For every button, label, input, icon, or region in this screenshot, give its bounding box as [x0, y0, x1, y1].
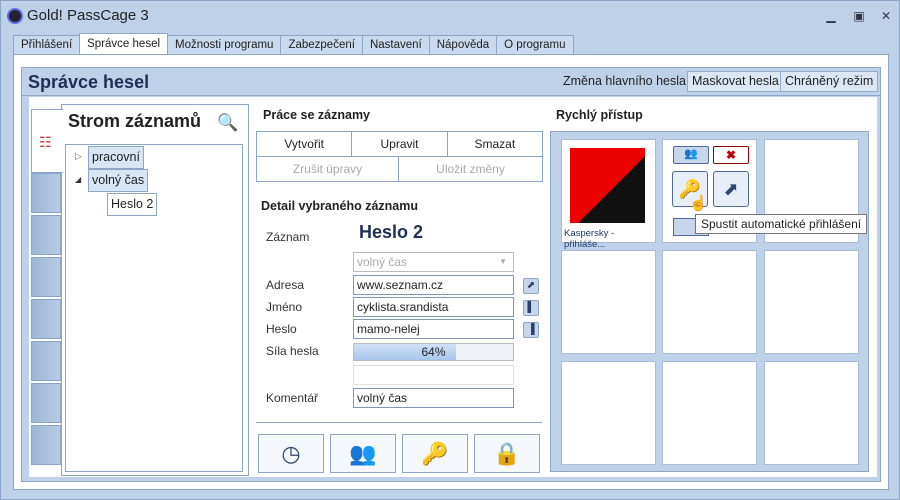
users-keys-button[interactable]: 👥 — [330, 434, 396, 473]
expand-icon[interactable]: ▷ — [75, 151, 82, 162]
side-tab[interactable] — [31, 173, 61, 213]
tab-prihlaseni[interactable]: Přihlášení — [13, 35, 81, 55]
close-button[interactable]: ✕ — [879, 9, 893, 23]
window-title: Gold! PassCage 3 — [27, 7, 149, 24]
tree-icon: ☷ — [39, 134, 52, 150]
side-tab[interactable] — [31, 341, 61, 381]
divider — [256, 422, 542, 423]
side-tabs — [31, 173, 61, 473]
quick-item-kaspersky[interactable]: Kaspersky - přihláše... — [561, 139, 656, 250]
create-button[interactable]: Vytvořit — [257, 132, 353, 156]
clock-icon: ◷ — [281, 441, 301, 466]
auto-login-button[interactable]: 🔑 — [402, 434, 468, 473]
history-button[interactable]: ◷ — [258, 434, 324, 473]
mask-passwords-button[interactable]: Maskovat hesla — [687, 71, 784, 92]
save-changes-button[interactable]: Uložit změny — [399, 157, 542, 181]
protected-mode-button[interactable]: Chráněný režim — [780, 71, 879, 92]
strength-text: 64% — [421, 345, 446, 359]
strength-label: Síla hesla — [266, 344, 319, 358]
minimize-button[interactable]: ▁ — [824, 9, 838, 23]
detail-title: Detail vybraného záznamu — [261, 199, 418, 213]
name-label: Jméno — [266, 300, 303, 314]
tooltip: Spustit automatické přihlášení — [695, 214, 868, 234]
cancel-changes-button[interactable]: Zrušit úpravy — [257, 157, 399, 181]
quick-slot[interactable] — [764, 250, 859, 354]
side-tab[interactable] — [31, 425, 61, 465]
page-title: Správce hesel — [28, 72, 150, 92]
tree-node-heslo-2[interactable]: Heslo 2 — [107, 193, 158, 216]
users-key-icon: 👥 — [349, 441, 377, 466]
tree-node-volny-cas[interactable]: volný čas — [88, 169, 149, 192]
name-input[interactable]: cyklista.srandista — [353, 297, 514, 317]
edit-button[interactable]: Upravit — [352, 132, 448, 156]
quick-slot[interactable] — [561, 361, 656, 465]
app-icon — [7, 8, 23, 24]
quick-slot[interactable] — [662, 250, 757, 354]
password-input[interactable]: mamo-nelej — [353, 319, 514, 339]
delete-button[interactable]: Smazat — [448, 132, 542, 156]
record-name: Heslo 2 — [359, 222, 424, 242]
tab-spravce-hesel[interactable]: Správce hesel — [79, 33, 169, 55]
chevron-down-icon: ▼ — [499, 257, 507, 266]
collapse-icon[interactable]: ◢ — [75, 175, 81, 184]
secondary-field[interactable] — [353, 365, 514, 385]
tab-moznosti[interactable]: Možnosti programu — [167, 35, 282, 55]
tab-o-programu[interactable]: O programu — [496, 35, 574, 55]
password-label: Heslo — [266, 322, 297, 336]
strength-bar: 64% — [353, 343, 514, 361]
category-select[interactable]: volný čas ▼ — [353, 252, 514, 272]
delete-icon[interactable]: ✖ — [713, 146, 749, 164]
quick-slot[interactable] — [662, 361, 757, 465]
quick-slot[interactable] — [561, 250, 656, 354]
search-icon[interactable]: 🔍 — [217, 113, 238, 133]
main-tabs: Přihlášení Správce hesel Možnosti progra… — [13, 33, 574, 55]
quick-item-label: Kaspersky - přihláše... — [564, 228, 615, 250]
side-tab[interactable] — [31, 299, 61, 339]
address-input[interactable]: www.seznam.cz — [353, 275, 514, 295]
copy-name-icon[interactable]: ▌ — [523, 300, 539, 316]
category-value: volný čas — [357, 255, 408, 269]
lock-file-icon: 🔒 — [493, 441, 521, 466]
key-icon: 🔑 — [421, 441, 449, 466]
address-label: Adresa — [266, 278, 305, 292]
change-master-password-button[interactable]: Změna hlavního hesla — [558, 71, 691, 92]
tab-zabezpeceni[interactable]: Zabezpečení — [280, 35, 363, 55]
quick-slot[interactable] — [764, 361, 859, 465]
tree-node-pracovni[interactable]: pracovní — [88, 146, 144, 169]
secure-files-button[interactable]: 🔒 — [474, 434, 540, 473]
comment-label: Komentář — [266, 391, 319, 405]
side-tab[interactable] — [31, 383, 61, 423]
records-row-2: Zrušit úpravy Uložit změny — [256, 156, 543, 182]
tab-nastaveni[interactable]: Nastavení — [361, 35, 430, 55]
side-tab[interactable] — [31, 257, 61, 297]
maximize-button[interactable]: ▣ — [852, 9, 866, 23]
tree-side-tab[interactable]: ☷ — [31, 109, 63, 173]
open-arrow-icon[interactable]: ⬈ — [713, 171, 749, 207]
edit-users-icon[interactable]: 👥 — [673, 146, 709, 164]
hand-cursor-icon: ☝ — [689, 195, 708, 212]
tab-napoveda[interactable]: Nápověda — [428, 35, 498, 55]
quick-access-title: Rychlý přístup — [556, 108, 643, 122]
comment-input[interactable]: volný čas — [353, 388, 514, 408]
copy-password-icon[interactable]: ▐ — [523, 322, 539, 338]
records-row-1: Vytvořit Upravit Smazat — [256, 131, 543, 157]
open-url-icon[interactable]: ⬈ — [523, 278, 539, 294]
records-title: Práce se záznamy — [263, 108, 371, 122]
side-tab[interactable] — [31, 215, 61, 255]
tree-title: Strom záznamů — [68, 111, 202, 131]
kaspersky-logo — [570, 148, 645, 223]
record-label: Záznam — [266, 230, 310, 244]
